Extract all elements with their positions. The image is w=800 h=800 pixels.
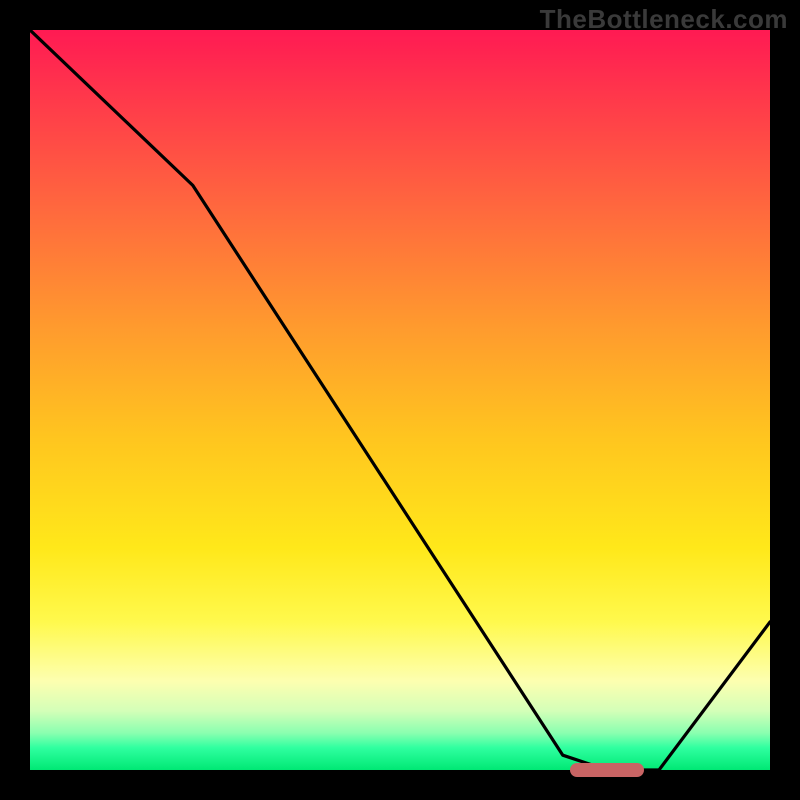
chart-frame: TheBottleneck.com bbox=[0, 0, 800, 800]
plot-area bbox=[30, 30, 770, 770]
bottleneck-curve bbox=[30, 30, 770, 770]
optimal-range-marker bbox=[570, 763, 644, 777]
curve-path bbox=[30, 30, 770, 770]
